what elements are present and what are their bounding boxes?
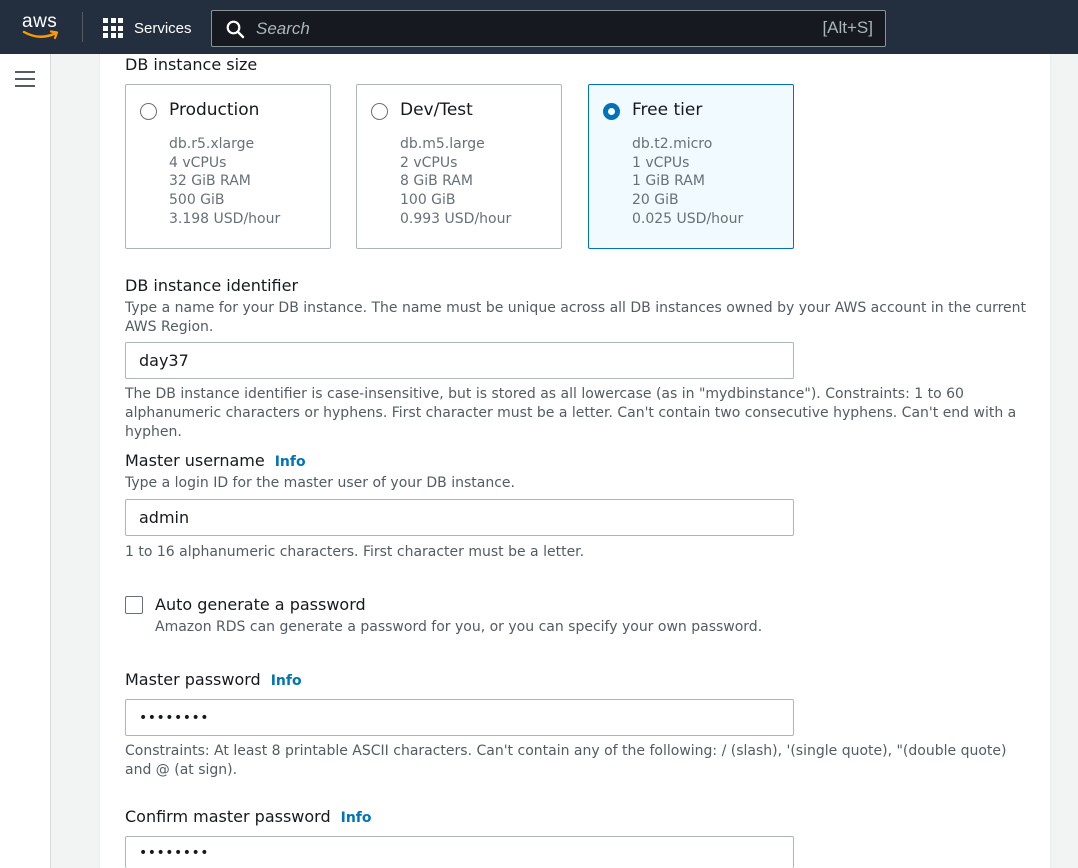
search-shortcut-hint: [Alt+S] bbox=[822, 18, 873, 37]
identifier-constraint: The DB instance identifier is case-insen… bbox=[125, 386, 1017, 440]
spec-price: 0.025 USD/hour bbox=[632, 210, 744, 227]
username-constraint: 1 to 16 alphanumeric characters. First c… bbox=[125, 544, 585, 560]
top-navigation-bar: aws Services [Alt+S] bbox=[0, 0, 1078, 54]
spec-vcpus: 4 vCPUs bbox=[169, 154, 227, 171]
identifier-input[interactable]: day37 bbox=[125, 342, 794, 379]
confirm-password-label-row: Confirm master password Info bbox=[125, 807, 372, 826]
spec-instance-class: db.r5.xlarge bbox=[169, 136, 255, 152]
password-label-row: Master password Info bbox=[125, 670, 302, 689]
auto-generate-password-checkbox[interactable] bbox=[125, 596, 143, 614]
spec-vcpus: 1 vCPUs bbox=[632, 154, 690, 171]
spec-price: 3.198 USD/hour bbox=[169, 210, 281, 227]
search-bar[interactable]: [Alt+S] bbox=[211, 10, 886, 47]
tile-production[interactable]: Production db.r5.xlarge 4 vCPUs 32 GiB R… bbox=[125, 84, 331, 249]
tile-title: Free tier bbox=[632, 100, 703, 120]
radio-free-tier-selected[interactable] bbox=[603, 103, 620, 120]
radio-production[interactable] bbox=[140, 103, 157, 120]
spec-storage: 500 GiB bbox=[169, 192, 225, 209]
spec-ram: 1 GiB RAM bbox=[632, 173, 705, 190]
confirm-password-label: Confirm master password bbox=[125, 807, 331, 826]
identifier-label: DB instance identifier bbox=[125, 276, 299, 295]
master-password-input[interactable]: •••••••• bbox=[125, 699, 794, 736]
confirm-password-info-link[interactable]: Info bbox=[341, 810, 372, 826]
spec-ram: 8 GiB RAM bbox=[400, 173, 473, 190]
aws-logo[interactable]: aws bbox=[22, 11, 62, 42]
tile-specs: db.t2.micro 1 vCPUs 1 GiB RAM 20 GiB 0.0… bbox=[632, 135, 743, 229]
spec-instance-class: db.m5.large bbox=[400, 136, 485, 152]
spec-vcpus: 2 vCPUs bbox=[400, 154, 458, 171]
username-label: Master username bbox=[125, 451, 265, 470]
services-menu-button[interactable]: Services bbox=[103, 16, 192, 40]
side-navigation-rail bbox=[0, 54, 51, 868]
auto-generate-password-label[interactable]: Auto generate a password bbox=[155, 595, 366, 614]
spec-ram: 32 GiB RAM bbox=[169, 173, 251, 190]
spec-storage: 100 GiB bbox=[400, 192, 456, 209]
search-input[interactable] bbox=[256, 16, 756, 42]
username-label-row: Master username Info bbox=[125, 451, 306, 470]
tile-dev-test[interactable]: Dev/Test db.m5.large 2 vCPUs 8 GiB RAM 1… bbox=[356, 84, 562, 249]
tile-specs: db.m5.large 2 vCPUs 8 GiB RAM 100 GiB 0.… bbox=[400, 135, 511, 229]
nav-divider bbox=[82, 12, 83, 42]
username-info-link[interactable]: Info bbox=[275, 454, 306, 470]
username-description: Type a login ID for the master user of y… bbox=[125, 475, 515, 491]
password-label: Master password bbox=[125, 670, 261, 689]
services-grid-icon bbox=[103, 18, 123, 38]
spec-price: 0.993 USD/hour bbox=[400, 210, 512, 227]
tile-specs: db.r5.xlarge 4 vCPUs 32 GiB RAM 500 GiB … bbox=[169, 135, 280, 229]
tile-title: Production bbox=[169, 100, 260, 120]
identifier-description: Type a name for your DB instance. The na… bbox=[125, 300, 1027, 335]
username-input[interactable]: admin bbox=[125, 499, 794, 536]
password-constraint: Constraints: At least 8 printable ASCII … bbox=[125, 743, 1007, 778]
menu-icon[interactable] bbox=[15, 71, 35, 87]
tile-title: Dev/Test bbox=[400, 100, 473, 120]
radio-dev-test[interactable] bbox=[371, 103, 388, 120]
tile-free-tier[interactable]: Free tier db.t2.micro 1 vCPUs 1 GiB RAM … bbox=[588, 84, 794, 249]
services-label: Services bbox=[134, 19, 192, 37]
confirm-password-input[interactable]: •••••••• bbox=[125, 836, 794, 868]
spec-storage: 20 GiB bbox=[632, 192, 679, 209]
spec-instance-class: db.t2.micro bbox=[632, 136, 713, 152]
password-info-link[interactable]: Info bbox=[271, 673, 302, 689]
smile-arrow-icon bbox=[22, 30, 59, 40]
instance-size-heading: DB instance size bbox=[125, 55, 258, 74]
search-icon bbox=[226, 20, 245, 39]
auto-generate-password-description: Amazon RDS can generate a password for y… bbox=[155, 619, 763, 635]
